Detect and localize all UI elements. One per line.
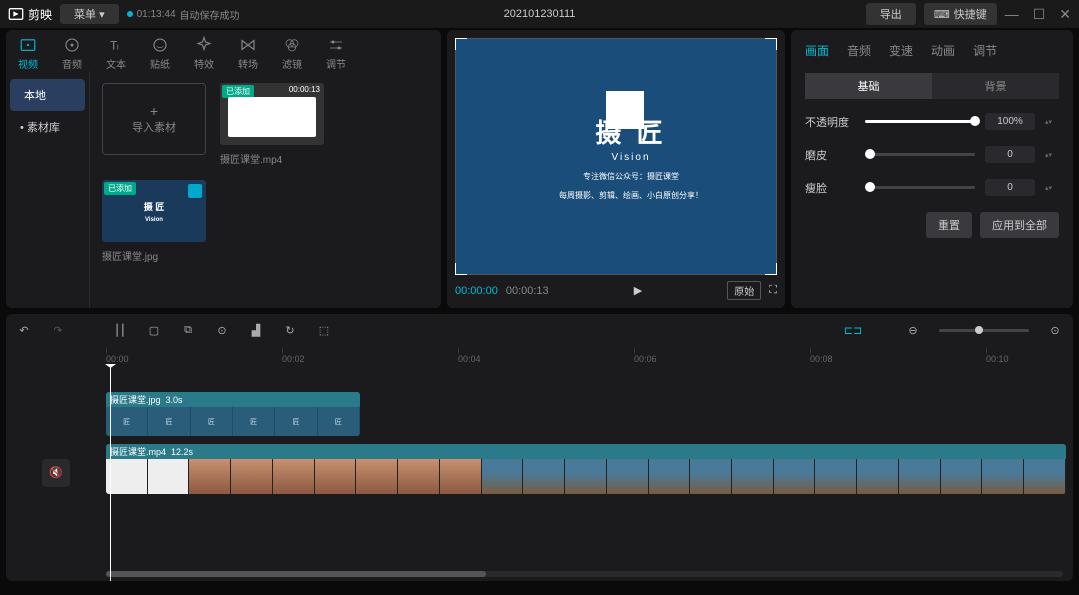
qr-code: [606, 91, 644, 129]
total-time: 00:00:13: [506, 285, 549, 297]
prop-tab-speed[interactable]: 变速: [889, 38, 913, 63]
tab-audio[interactable]: 音频: [62, 36, 82, 71]
media-name: 摄匠课堂.mp4: [220, 151, 324, 166]
original-ratio-button[interactable]: 原始: [727, 281, 761, 300]
current-time: 00:00:00: [455, 285, 498, 297]
tab-video[interactable]: 视频: [18, 36, 38, 71]
preview-text: 专注微信公众号：摄匠课堂: [583, 171, 679, 182]
opacity-value[interactable]: 100%: [985, 113, 1035, 130]
tool-tabs: 视频 音频 TI文本 贴纸 特效 转场 滤镜 调节: [6, 30, 441, 71]
mirror-icon[interactable]: ▟: [248, 322, 264, 338]
timeline-ruler[interactable]: 00:00 00:02 00:04 00:06 00:08 00:10: [106, 346, 1073, 364]
shortcut-button[interactable]: ⌨快捷键: [924, 3, 997, 25]
logo-icon: [188, 184, 202, 198]
maximize-icon[interactable]: ☐: [1033, 6, 1046, 23]
preview-subtitle: Vision: [611, 152, 650, 163]
clip-video[interactable]: 摄匠课堂.mp4 12.2s: [106, 444, 1066, 494]
app-logo: 剪映: [8, 6, 52, 23]
media-grid: +导入素材 已添加 00:00:13 摄匠课堂.mp4 已添加 摄 匠Visio…: [90, 71, 441, 308]
project-name: 202101230111: [504, 8, 576, 20]
import-button[interactable]: +导入素材: [102, 83, 206, 155]
media-item[interactable]: 已添加 摄 匠Vision 摄匠课堂.jpg: [102, 180, 206, 263]
title-bar: 剪映 菜单 ▾ 01:13:44 自动保存成功 202101230111 导出 …: [0, 0, 1079, 28]
rotate-icon[interactable]: ↻: [282, 322, 298, 338]
export-button[interactable]: 导出: [866, 3, 916, 25]
svg-text:I: I: [117, 43, 119, 52]
horizontal-scrollbar[interactable]: [106, 571, 1063, 577]
added-badge: 已添加: [104, 182, 136, 195]
prop-tab-anim[interactable]: 动画: [931, 38, 955, 63]
tab-sticker[interactable]: 贴纸: [150, 36, 170, 71]
magnet-icon[interactable]: ⊏⊐: [845, 322, 861, 338]
playhead[interactable]: [110, 364, 111, 581]
ratio-icon[interactable]: ⧉: [180, 322, 196, 338]
crop-icon[interactable]: ▢: [146, 322, 162, 338]
face-label: 瘦脸: [805, 180, 855, 196]
prop-tab-adjust[interactable]: 调节: [973, 38, 997, 63]
timeline-panel: ↶ ↷ ⎮⎮ ▢ ⧉ ⊙ ▟ ↻ ⬚ ⊏⊐ ⊖ ⊙ 00:00 00:02 00…: [6, 314, 1073, 581]
prop-tab-canvas[interactable]: 画面: [805, 38, 829, 63]
menu-button[interactable]: 菜单 ▾: [60, 4, 119, 24]
face-value[interactable]: 0: [985, 179, 1035, 196]
crop2-icon[interactable]: ⬚: [316, 322, 332, 338]
undo-icon[interactable]: ↶: [16, 322, 32, 338]
minimize-icon[interactable]: —: [1005, 6, 1019, 23]
timeline-tracks[interactable]: 🔇 摄匠课堂.jpg 3.0s 匠匠匠 匠匠匠 摄匠课堂.mp4 12.2s: [6, 364, 1073, 581]
opacity-slider[interactable]: [865, 120, 975, 123]
media-name: 摄匠课堂.jpg: [102, 248, 206, 263]
zoom-out-icon[interactable]: ⊖: [905, 322, 921, 338]
prop-tab-audio[interactable]: 音频: [847, 38, 871, 63]
preview-viewport[interactable]: 摄 匠 Vision 专注微信公众号：摄匠课堂 每周摄影、剪辑、绘画、小白原创分…: [455, 38, 777, 275]
zoom-slider[interactable]: [939, 329, 1029, 332]
spinner-icon[interactable]: ▴▾: [1045, 118, 1059, 126]
subtab-basic[interactable]: 基础: [805, 73, 932, 99]
subtab-bg[interactable]: 背景: [932, 73, 1059, 99]
skin-slider[interactable]: [865, 153, 975, 156]
clip-image[interactable]: 摄匠课堂.jpg 3.0s 匠匠匠 匠匠匠: [106, 392, 360, 436]
spinner-icon[interactable]: ▴▾: [1045, 184, 1059, 192]
media-source-tabs: 本地 • 素材库: [6, 71, 90, 308]
spinner-icon[interactable]: ▴▾: [1045, 151, 1059, 159]
properties-panel: 画面 音频 变速 动画 调节 基础 背景 不透明度 100% ▴▾ 磨皮 0 ▴…: [791, 30, 1073, 308]
tab-text[interactable]: TI文本: [106, 36, 126, 71]
apply-all-button[interactable]: 应用到全部: [980, 212, 1059, 238]
media-panel: 视频 音频 TI文本 贴纸 特效 转场 滤镜 调节 本地 • 素材库 +导入素材…: [6, 30, 441, 308]
tab-adjust[interactable]: 调节: [326, 36, 346, 71]
speed-icon[interactable]: ⊙: [214, 322, 230, 338]
face-slider[interactable]: [865, 186, 975, 189]
media-item[interactable]: 已添加 00:00:13 摄匠课堂.mp4: [220, 83, 324, 166]
skin-label: 磨皮: [805, 147, 855, 163]
tab-transition[interactable]: 转场: [238, 36, 258, 71]
opacity-label: 不透明度: [805, 114, 855, 130]
redo-icon[interactable]: ↷: [50, 322, 66, 338]
skin-value[interactable]: 0: [985, 146, 1035, 163]
tab-effect[interactable]: 特效: [194, 36, 214, 71]
autosave-status: 01:13:44 自动保存成功: [127, 7, 240, 22]
play-button[interactable]: ▶: [634, 284, 642, 297]
zoom-fit-icon[interactable]: ⊙: [1047, 322, 1063, 338]
preview-panel: 摄 匠 Vision 专注微信公众号：摄匠课堂 每周摄影、剪辑、绘画、小白原创分…: [447, 30, 785, 308]
tab-local[interactable]: 本地: [10, 79, 85, 111]
tab-library[interactable]: • 素材库: [6, 111, 89, 143]
mute-button[interactable]: 🔇: [42, 459, 70, 487]
reset-button[interactable]: 重置: [926, 212, 972, 238]
split-icon[interactable]: ⎮⎮: [112, 322, 128, 338]
tab-filter[interactable]: 滤镜: [282, 36, 302, 71]
fullscreen-icon[interactable]: ⛶: [769, 284, 777, 297]
preview-text: 每周摄影、剪辑、绘画、小白原创分享！: [559, 190, 703, 201]
duration-label: 00:00:13: [289, 85, 320, 94]
close-icon[interactable]: ✕: [1059, 6, 1071, 23]
